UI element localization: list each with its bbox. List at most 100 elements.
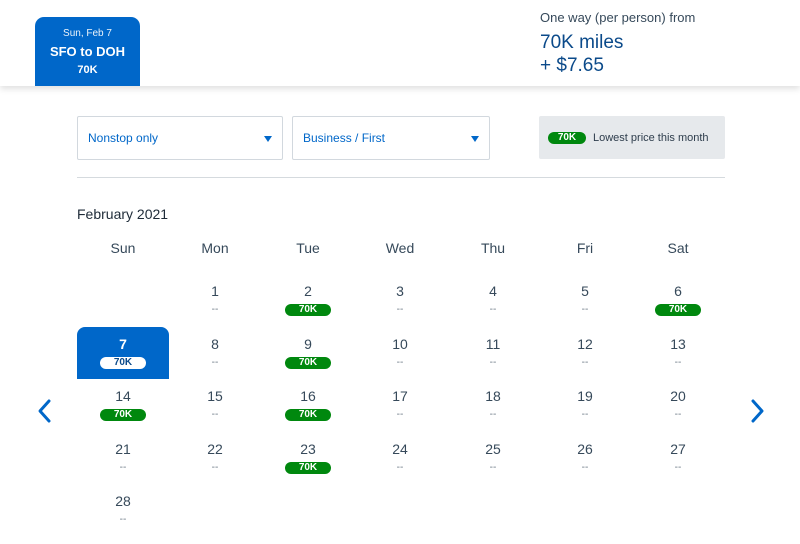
- day-number: 4: [489, 283, 497, 299]
- price-badge: 70K: [285, 461, 331, 474]
- selected-date-tab[interactable]: Sun, Feb 7 SFO to DOH 70K: [35, 17, 140, 86]
- no-price: --: [211, 409, 219, 420]
- day-number: 9: [304, 335, 312, 352]
- calendar-day[interactable]: 12 --: [539, 327, 631, 379]
- lowest-price-legend: 70K Lowest price this month: [539, 116, 725, 159]
- no-price: --: [489, 461, 497, 473]
- calendar-day[interactable]: 23 70K: [262, 432, 354, 484]
- no-price: --: [674, 461, 682, 473]
- price-badge: 70K: [285, 304, 331, 316]
- day-number: 22: [207, 440, 223, 457]
- no-price: --: [581, 304, 589, 315]
- calendar-day[interactable]: 9 70K: [262, 327, 354, 379]
- weekday-sat: Sat: [667, 240, 689, 256]
- calendar-day[interactable]: 28 --: [77, 484, 169, 536]
- header-bar: Sun, Feb 7 SFO to DOH 70K One way (per p…: [0, 0, 800, 86]
- calendar-day[interactable]: 25 --: [447, 432, 539, 484]
- day-number: 19: [577, 388, 593, 404]
- day-number: 12: [577, 335, 593, 352]
- day-number: 13: [670, 335, 686, 352]
- price-badge: 70K: [100, 356, 146, 369]
- no-price: --: [211, 461, 219, 473]
- stops-dropdown-value: Nonstop only: [88, 131, 159, 145]
- day-number: 23: [300, 440, 316, 457]
- calendar-day[interactable]: 4 --: [447, 274, 539, 326]
- day-number: 28: [115, 493, 131, 509]
- caret-down-icon: [264, 136, 272, 142]
- day-number: 15: [207, 388, 223, 404]
- day-number: 5: [581, 283, 589, 299]
- no-price: --: [396, 356, 404, 368]
- tab-route: SFO to DOH: [49, 44, 126, 59]
- chevron-right-icon[interactable]: [746, 397, 768, 425]
- weekday-tue: Tue: [296, 240, 320, 256]
- no-price: --: [119, 461, 127, 473]
- weekday-wed: Wed: [385, 240, 415, 256]
- weekday-thu: Thu: [480, 240, 506, 256]
- calendar-day[interactable]: 8 --: [169, 327, 261, 379]
- calendar-day[interactable]: 15 --: [169, 379, 261, 431]
- legend-text: Lowest price this month: [593, 131, 709, 144]
- no-price: --: [211, 356, 219, 368]
- day-number: 24: [392, 440, 408, 457]
- calendar-day[interactable]: 14 70K: [77, 379, 169, 431]
- calendar-day[interactable]: 7 70K: [77, 326, 169, 379]
- calendar-day[interactable]: 11 --: [447, 327, 539, 379]
- price-badge: 70K: [100, 409, 146, 421]
- no-price: --: [396, 304, 404, 315]
- chevron-left-icon[interactable]: [34, 397, 56, 425]
- calendar-day[interactable]: 6 70K: [632, 274, 724, 326]
- cabin-dropdown[interactable]: Business / First: [292, 116, 490, 160]
- calendar-day[interactable]: 13 --: [632, 327, 724, 379]
- fare-label: One way (per person) from: [540, 10, 696, 25]
- weekday-mon: Mon: [201, 240, 229, 256]
- stops-dropdown[interactable]: Nonstop only: [77, 116, 283, 160]
- legend-badge: 70K: [548, 131, 586, 144]
- day-number: 20: [670, 388, 686, 404]
- day-number: 8: [211, 335, 219, 352]
- calendar-day[interactable]: 5 --: [539, 274, 631, 326]
- calendar-grid: 1 -- 2 70K 3 -- 4 -- 5 -- 6 70K 7 70K 8 -- 9 70K 10 -- 11 -- 1…: [77, 274, 725, 536]
- calendar-day[interactable]: 18 --: [447, 379, 539, 431]
- calendar-day[interactable]: 21 --: [77, 432, 169, 484]
- calendar-day[interactable]: 10 --: [354, 327, 446, 379]
- no-price: --: [396, 409, 404, 420]
- day-number: 6: [674, 283, 682, 299]
- no-price: --: [489, 356, 497, 368]
- price-badge: 70K: [285, 409, 331, 421]
- calendar-day[interactable]: 19 --: [539, 379, 631, 431]
- calendar-day[interactable]: 2 70K: [262, 274, 354, 326]
- no-price: --: [581, 409, 589, 420]
- calendar-day[interactable]: 1 --: [169, 274, 261, 326]
- day-number: 10: [392, 335, 408, 352]
- day-number: 7: [119, 335, 127, 352]
- fare-taxes: + $7.65: [540, 55, 604, 76]
- calendar-day[interactable]: 24 --: [354, 432, 446, 484]
- no-price: --: [489, 409, 497, 420]
- no-price: --: [581, 356, 589, 368]
- weekday-fri: Fri: [576, 240, 594, 256]
- no-price: --: [119, 514, 127, 525]
- calendar-day[interactable]: 16 70K: [262, 379, 354, 431]
- fare-miles: 70K miles: [540, 32, 624, 53]
- calendar-day[interactable]: 17 --: [354, 379, 446, 431]
- calendar-day[interactable]: 3 --: [354, 274, 446, 326]
- divider: [77, 177, 725, 178]
- calendar-day[interactable]: 26 --: [539, 432, 631, 484]
- cabin-dropdown-value: Business / First: [303, 131, 386, 145]
- day-number: 27: [670, 440, 686, 457]
- weekday-sun: Sun: [110, 240, 136, 256]
- day-number: 11: [485, 335, 501, 352]
- weekday-header: Sun Mon Tue Wed Thu Fri Sat: [77, 240, 725, 260]
- calendar-day[interactable]: 22 --: [169, 432, 261, 484]
- day-number: 25: [485, 440, 501, 457]
- calendar-day[interactable]: 20 --: [632, 379, 724, 431]
- day-number: 18: [485, 388, 501, 404]
- no-price: --: [489, 304, 497, 315]
- day-number: 21: [115, 440, 131, 457]
- no-price: --: [581, 461, 589, 473]
- price-badge: 70K: [285, 356, 331, 369]
- calendar-day[interactable]: 27 --: [632, 432, 724, 484]
- no-price: --: [674, 356, 682, 368]
- day-number: 17: [392, 388, 408, 404]
